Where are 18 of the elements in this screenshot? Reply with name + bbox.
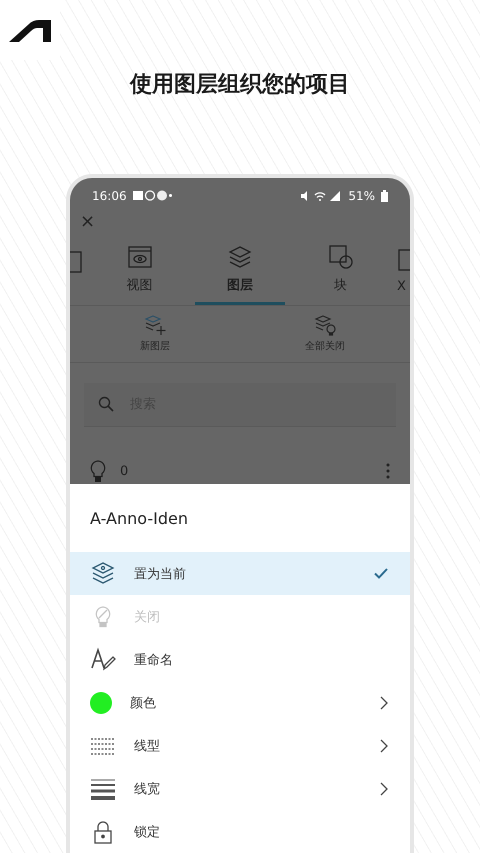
menu-item[interactable]: 颜色 bbox=[70, 681, 410, 724]
status-time: 16:06 bbox=[92, 188, 127, 203]
tab[interactable]: X bbox=[396, 236, 410, 305]
menu-item[interactable]: 置为当前 bbox=[70, 552, 410, 596]
menu-item[interactable]: 重命名 bbox=[70, 638, 410, 682]
layer-name: 0 bbox=[120, 464, 130, 479]
menu-item[interactable]: 线宽 bbox=[70, 767, 410, 810]
sheet-title: A-Anno-Iden bbox=[89, 508, 189, 530]
headline: 使用图层组织您的项目 bbox=[130, 74, 350, 96]
battery-percent: 51% bbox=[348, 188, 375, 203]
menu-item[interactable]: 线型 bbox=[70, 724, 410, 768]
toolbar-button[interactable]: 全部关闭 bbox=[240, 306, 410, 362]
tab[interactable]: 块 bbox=[296, 236, 386, 305]
tab[interactable]: 视图 bbox=[94, 236, 184, 305]
tab[interactable]: 图层 bbox=[195, 236, 285, 305]
toolbar-button[interactable]: 新图层 bbox=[70, 306, 240, 362]
menu-item[interactable]: 锁定 bbox=[70, 810, 410, 853]
close-button[interactable]: × bbox=[70, 207, 106, 236]
